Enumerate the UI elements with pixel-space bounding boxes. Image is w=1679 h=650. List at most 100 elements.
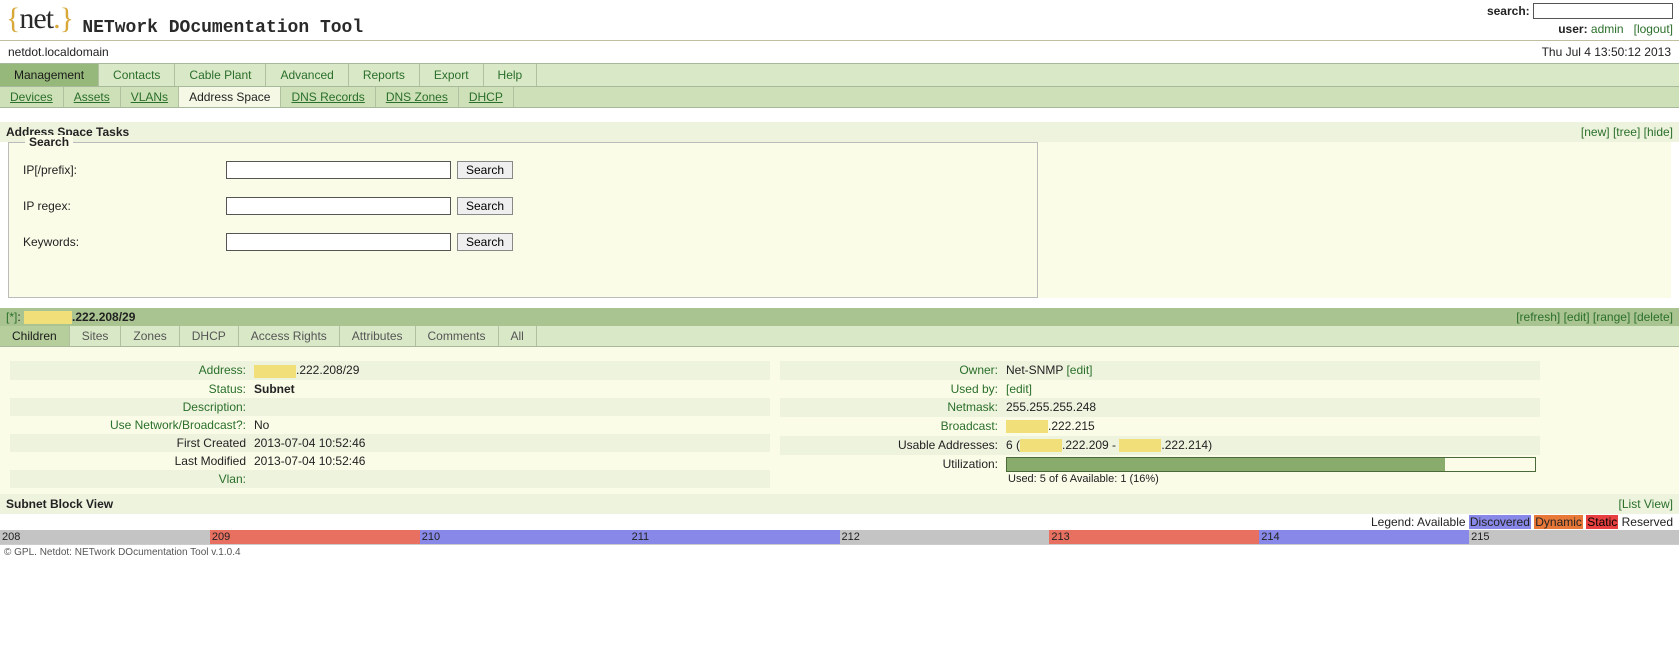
tab-reports[interactable]: Reports	[349, 64, 420, 86]
objtab-sites[interactable]: Sites	[70, 326, 122, 346]
objtab-children[interactable]: Children	[0, 326, 70, 346]
objtab-all[interactable]: All	[499, 326, 537, 346]
ipprefix-search-button[interactable]: Search	[457, 161, 513, 179]
legend-available: Available	[1417, 515, 1465, 529]
subnet-cell-210[interactable]: 210	[420, 530, 630, 544]
objtab-dhcp[interactable]: DHCP	[180, 326, 239, 346]
subnet-cell-208[interactable]: 208	[0, 530, 210, 544]
val-broadcast: .222.215	[1002, 417, 1540, 436]
breadcrumb-root[interactable]: [*]	[6, 310, 17, 324]
legend-reserved: Reserved	[1622, 515, 1673, 529]
tasks-new[interactable]: [new]	[1581, 125, 1610, 139]
subtab-assets[interactable]: Assets	[64, 87, 121, 107]
subtab-dns-records[interactable]: DNS Records	[281, 87, 375, 107]
block-range[interactable]: [range]	[1593, 310, 1630, 324]
hostname: netdot.localdomain	[8, 45, 109, 59]
block-delete[interactable]: [delete]	[1634, 310, 1673, 324]
hostbar: netdot.localdomain Thu Jul 4 13:50:12 20…	[0, 41, 1679, 63]
usedby-edit[interactable]: [edit]	[1006, 382, 1032, 396]
legend-static: Static	[1586, 515, 1618, 529]
logo: {net.}	[6, 2, 73, 36]
subtab-address-space[interactable]: Address Space	[179, 87, 281, 107]
subnet-cell-213[interactable]: 213	[1049, 530, 1259, 544]
details-left: Address: .222.208/29 Status: Subnet Desc…	[10, 361, 770, 487]
lbl-usable: Usable Addresses:	[780, 436, 1002, 455]
tab-advanced[interactable]: Advanced	[266, 64, 348, 86]
logout-link[interactable]: [logout]	[1634, 22, 1673, 36]
lbl-vlan[interactable]: Vlan:	[219, 472, 246, 486]
tab-export[interactable]: Export	[420, 64, 484, 86]
objtab-attributes[interactable]: Attributes	[340, 326, 416, 346]
val-description	[250, 398, 770, 416]
details-right: Owner: Net-SNMP [edit] Used by: [edit] N…	[780, 361, 1540, 487]
lbl-netmask[interactable]: Netmask:	[947, 400, 998, 414]
subtab-dhcp[interactable]: DHCP	[459, 87, 514, 107]
topbar: {net.} NETwork DOcumentation Tool search…	[0, 0, 1679, 41]
ipregex-input[interactable]	[226, 197, 451, 215]
keywords-input[interactable]	[226, 233, 451, 251]
subnet-cell-211[interactable]: 211	[630, 530, 840, 544]
val-status: Subnet	[250, 380, 770, 398]
tasks-hide[interactable]: [hide]	[1644, 125, 1673, 139]
subnet-cell-214[interactable]: 214	[1259, 530, 1469, 544]
search-fieldset: Search IP[/prefix]: Search IP regex: Sea…	[8, 142, 1038, 298]
lbl-utilization: Utilization:	[780, 455, 1002, 488]
objtab-zones[interactable]: Zones	[121, 326, 179, 346]
block-actions: [refresh] [edit] [range] [delete]	[1516, 310, 1673, 324]
block-edit[interactable]: [edit]	[1564, 310, 1590, 324]
subnet-cell-212[interactable]: 212	[840, 530, 1050, 544]
block-refresh[interactable]: [refresh]	[1516, 310, 1560, 324]
subtab-devices[interactable]: Devices	[0, 87, 64, 107]
val-netmask: 255.255.255.248	[1002, 398, 1540, 417]
top-right: search: user: admin [logout]	[1487, 2, 1673, 38]
ipregex-label: IP regex:	[21, 199, 226, 213]
breadcrumb-ip: .222.208/29	[72, 310, 135, 324]
lbl-owner[interactable]: Owner:	[959, 363, 998, 377]
block-header: [*]: .222.208/29 [refresh] [edit] [range…	[0, 308, 1679, 326]
subnet-cell-215[interactable]: 215	[1469, 530, 1679, 544]
search-panel: Search IP[/prefix]: Search IP regex: Sea…	[8, 142, 1671, 298]
val-use-nb: No	[250, 416, 770, 434]
tab-contacts[interactable]: Contacts	[99, 64, 175, 86]
search-row-keywords: Keywords: Search	[21, 233, 1025, 251]
val-first-created: 2013-07-04 10:52:46	[250, 434, 770, 452]
ipprefix-input[interactable]	[226, 161, 451, 179]
search-legend: Search	[25, 135, 73, 149]
redacted-ip-prefix	[24, 311, 72, 324]
objtab-comments[interactable]: Comments	[416, 326, 499, 346]
tab-cable-plant[interactable]: Cable Plant	[175, 64, 266, 86]
list-view-link[interactable]: [List View]	[1619, 497, 1673, 511]
search-row-ipregex: IP regex: Search	[21, 197, 1025, 215]
lbl-use-nb[interactable]: Use Network/Broadcast?:	[110, 418, 246, 432]
lbl-status[interactable]: Status:	[209, 382, 246, 396]
subtab-dns-zones[interactable]: DNS Zones	[376, 87, 459, 107]
subnet-block-table: 208209210211212213214215	[0, 530, 1679, 544]
tasks-header: Address Space Tasks [new] [tree] [hide]	[0, 122, 1679, 142]
keywords-search-button[interactable]: Search	[457, 233, 513, 251]
ipprefix-label: IP[/prefix]:	[21, 163, 226, 177]
tasks-tree[interactable]: [tree]	[1613, 125, 1640, 139]
details-panel: Address: .222.208/29 Status: Subnet Desc…	[0, 347, 1679, 493]
val-usable: 6 (.222.209 - .222.214)	[1002, 436, 1540, 455]
app-title: NETwork DOcumentation Tool	[82, 18, 363, 38]
lbl-broadcast[interactable]: Broadcast:	[941, 419, 998, 433]
page-timestamp: Thu Jul 4 13:50:12 2013	[1542, 45, 1671, 59]
tab-help[interactable]: Help	[484, 64, 538, 86]
lbl-address[interactable]: Address:	[199, 363, 246, 377]
global-search-input[interactable]	[1533, 3, 1673, 19]
legend-discovered: Discovered	[1469, 515, 1531, 529]
owner-edit[interactable]: [edit]	[1066, 363, 1092, 377]
user-link[interactable]: admin	[1591, 22, 1624, 36]
subtab-vlans[interactable]: VLANs	[121, 87, 179, 107]
lbl-first-created: First Created	[10, 434, 250, 452]
footer: © GPL. Netdot: NETwork DOcumentation Too…	[0, 544, 1679, 560]
tab-management[interactable]: Management	[0, 64, 99, 86]
lbl-usedby[interactable]: Used by:	[951, 382, 998, 396]
ipregex-search-button[interactable]: Search	[457, 197, 513, 215]
val-vlan	[250, 470, 770, 488]
subnet-cell-209[interactable]: 209	[210, 530, 420, 544]
main-tabs: Management Contacts Cable Plant Advanced…	[0, 63, 1679, 87]
utilization-text: Used: 5 of 6 Available: 1 (16%)	[1006, 472, 1536, 485]
objtab-access-rights[interactable]: Access Rights	[239, 326, 340, 346]
lbl-description[interactable]: Description:	[183, 400, 246, 414]
